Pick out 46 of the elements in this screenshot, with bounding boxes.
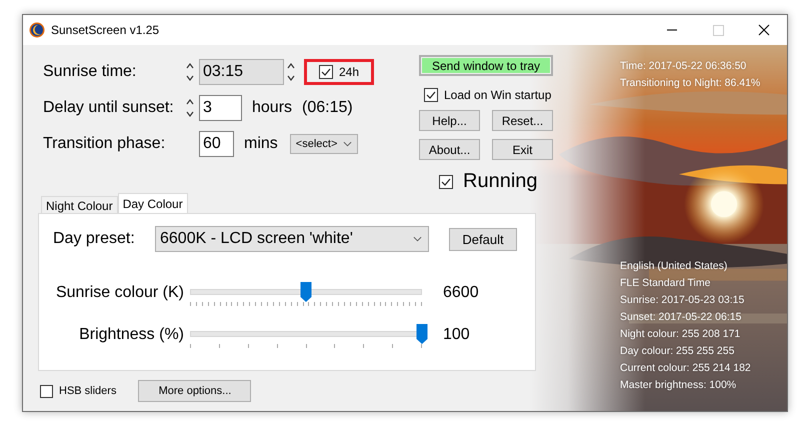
slider-thumb[interactable] xyxy=(300,282,312,302)
status-text: Transitioning to Night: 86.41% xyxy=(620,76,760,91)
moon-logo-icon xyxy=(29,22,45,38)
status-text: Sunset: 2017-05-22 06:15 xyxy=(620,310,742,325)
preset-select[interactable]: <select> xyxy=(290,134,358,154)
dialog-button[interactable]: Help... xyxy=(419,110,480,131)
value-field[interactable]: 3 xyxy=(199,95,242,121)
window-title: SunsetScreen v1.25 xyxy=(51,23,160,37)
status-text: Master brightness: 100% xyxy=(620,378,738,393)
tab[interactable]: Night Colour xyxy=(41,196,118,214)
caret-icon xyxy=(413,236,422,242)
slider-label: Sunrise colour (K) xyxy=(54,284,184,302)
value-field[interactable]: 60 xyxy=(199,131,234,157)
more-options-button[interactable]: More options... xyxy=(138,380,252,402)
status-text: Current colour: 255 214 182 xyxy=(620,361,751,376)
check-icon xyxy=(320,66,332,78)
status-text: Night colour: 255 208 171 xyxy=(620,327,742,342)
send-to-tray-button[interactable]: Send window to tray xyxy=(419,55,553,76)
running-checkbox[interactable]: Running xyxy=(439,170,553,193)
slider-thumb[interactable] xyxy=(416,324,428,344)
default-button[interactable]: Default xyxy=(449,228,517,250)
unit-label: mins xyxy=(244,135,278,153)
status-text: English (United States) xyxy=(620,259,728,274)
preset-label: Day preset: xyxy=(53,230,136,248)
unit-label: hours xyxy=(252,99,292,117)
status-text: Time: 2017-05-22 06:36:50 xyxy=(620,59,748,74)
tab[interactable]: Day Colour xyxy=(118,193,188,214)
status-text: Sunrise: 2017-05-23 03:15 xyxy=(620,293,746,308)
status-text: FLE Standard Time xyxy=(620,276,712,291)
setting-label: Sunrise time: xyxy=(43,63,138,81)
preset-dropdown[interactable]: 6600K - LCD screen 'white' xyxy=(155,226,429,252)
status-text: Day colour: 255 255 255 xyxy=(620,344,736,359)
caret-icon xyxy=(343,141,352,147)
dialog-button[interactable]: Exit xyxy=(492,139,553,160)
slider-label: Brightness (%) xyxy=(78,326,184,344)
dialog-button[interactable]: Reset... xyxy=(492,110,553,131)
setting-label: Delay until sunset: xyxy=(43,99,175,117)
clock-24h-checkbox[interactable]: 24h xyxy=(304,59,374,85)
sunset-time-text: (06:15) xyxy=(302,99,353,117)
setting-label: Transition phase: xyxy=(43,135,166,153)
dialog-button[interactable]: About... xyxy=(419,139,480,160)
slider-value: 6600 xyxy=(443,284,479,302)
load-on-startup-checkbox[interactable]: Load on Win startup xyxy=(424,88,553,102)
slider-value: 100 xyxy=(443,326,470,344)
hsb-sliders-checkbox[interactable]: HSB sliders xyxy=(40,384,116,398)
check-icon xyxy=(425,89,437,101)
